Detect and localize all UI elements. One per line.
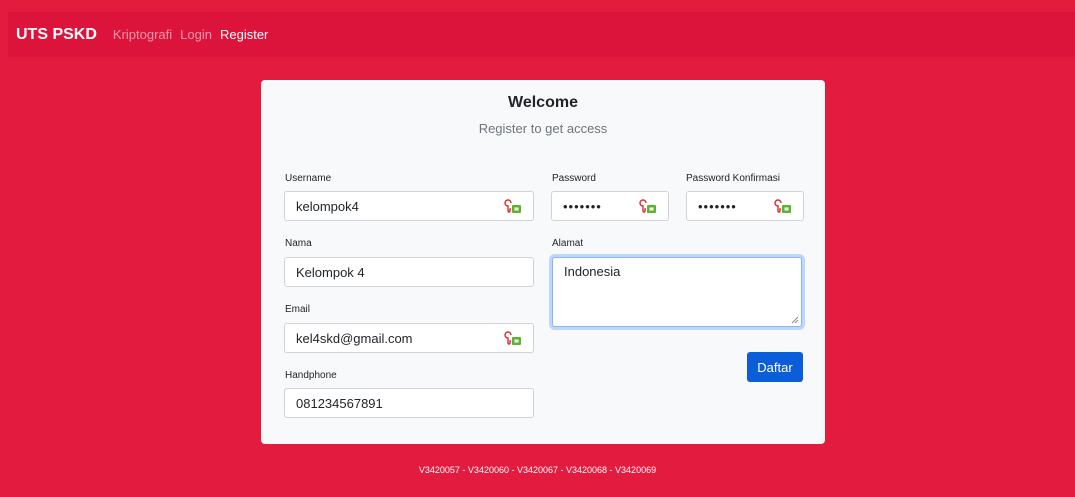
- username-input[interactable]: kelompok4: [284, 191, 534, 221]
- resize-grip-icon[interactable]: [791, 316, 799, 324]
- alamat-value: Indonesia: [564, 264, 621, 279]
- password-value: •••••••: [563, 198, 602, 214]
- username-label: Username: [285, 173, 332, 184]
- register-card: Welcome Register to get access Username …: [261, 80, 825, 444]
- card-subtitle: Register to get access: [478, 121, 608, 136]
- alamat-label: Alamat: [552, 238, 584, 249]
- nav-link-login[interactable]: Login: [180, 27, 212, 42]
- nama-value: Kelompok 4: [296, 264, 365, 280]
- nama-input[interactable]: Kelompok 4: [284, 257, 534, 287]
- footer-student-ids: V3420057 - V3420060 - V3420067 - V342006…: [418, 465, 657, 475]
- nav-link-register[interactable]: Register: [220, 27, 268, 42]
- password-manager-icon[interactable]: [504, 330, 522, 346]
- email-input[interactable]: kel4skd@gmail.com: [284, 323, 534, 353]
- navbar-brand[interactable]: UTS PSKD: [16, 26, 97, 44]
- password-input[interactable]: •••••••: [551, 191, 669, 221]
- password-confirm-label: Password Konfirmasi: [686, 173, 780, 184]
- handphone-value: 081234567891: [296, 395, 383, 411]
- nama-label: Nama: [285, 238, 312, 249]
- password-manager-icon[interactable]: [639, 198, 657, 214]
- nav-link-kriptografi[interactable]: Kriptografi: [113, 27, 172, 42]
- alamat-textarea[interactable]: Indonesia: [552, 257, 802, 327]
- handphone-label: Handphone: [285, 370, 337, 381]
- email-label: Email: [285, 304, 311, 315]
- password-manager-icon[interactable]: [504, 198, 522, 214]
- password-label: Password: [552, 173, 596, 184]
- navbar: UTS PSKD Kriptografi Login Register: [8, 12, 1075, 57]
- email-value: kel4skd@gmail.com: [296, 330, 413, 346]
- username-value: kelompok4: [296, 198, 359, 214]
- card-title: Welcome: [508, 94, 578, 111]
- password-confirm-value: •••••••: [698, 198, 737, 214]
- daftar-button[interactable]: Daftar: [747, 352, 803, 382]
- password-manager-icon[interactable]: [774, 198, 792, 214]
- password-confirm-input[interactable]: •••••••: [686, 191, 804, 221]
- handphone-input[interactable]: 081234567891: [284, 388, 534, 418]
